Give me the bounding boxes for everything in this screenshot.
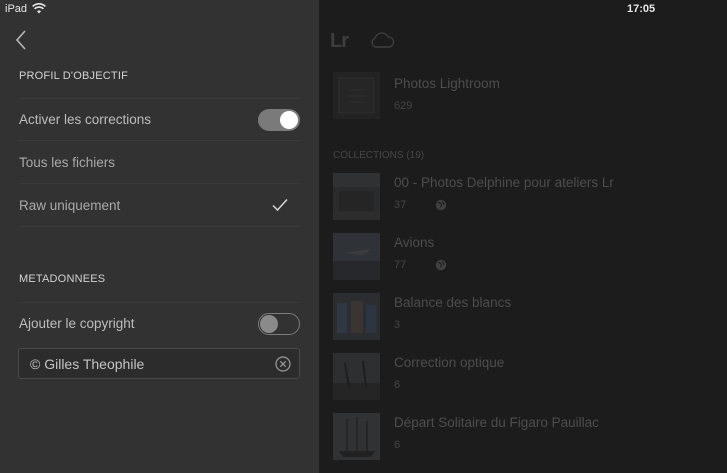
collection-title: Correction optique	[394, 355, 505, 370]
enable-corrections-label: Activer les corrections	[19, 112, 152, 127]
option-all-files-label: Tous les fichiers	[19, 155, 116, 170]
checkmark-icon	[272, 198, 288, 212]
toggle-knob	[260, 315, 278, 333]
add-copyright-row: Ajouter le copyright	[19, 303, 300, 345]
collection-title: Avions	[394, 235, 435, 250]
metadata-header: METADONNEES	[19, 273, 106, 285]
collection-count: 6	[394, 379, 401, 391]
collection-count: 3	[394, 319, 401, 331]
wifi-icon	[32, 3, 46, 14]
collection-thumbnail	[333, 173, 380, 220]
option-raw-only-label: Raw uniquement	[19, 198, 121, 213]
toggle-knob	[280, 111, 298, 129]
collection-title: 00 - Photos Delphine pour ateliers Lr	[394, 175, 614, 190]
collection-thumbnail	[333, 353, 380, 400]
globe-icon	[435, 259, 447, 271]
copyright-value: © Gilles Theophile	[30, 356, 145, 372]
lens-profile-header: PROFIL D'OBJECTIF	[19, 70, 128, 82]
cloud-icon[interactable]	[369, 31, 395, 49]
option-all-files[interactable]: Tous les fichiers	[19, 142, 300, 184]
device-name: iPad	[5, 3, 28, 15]
lightroom-logo: Lr	[330, 30, 349, 52]
clear-circle-icon[interactable]	[275, 356, 291, 372]
status-bar: iPad 17:05	[0, 0, 727, 20]
all-photos-thumbnail	[333, 72, 380, 119]
collections-header: COLLECTIONS (19)	[333, 150, 425, 161]
chevron-left-icon[interactable]	[10, 28, 34, 52]
collection-title: Départ Solitaire du Figaro Pauillac	[394, 415, 599, 430]
copyright-field[interactable]: © Gilles Theophile	[18, 348, 300, 379]
collection-thumbnail	[333, 413, 380, 460]
add-copyright-label: Ajouter le copyright	[19, 316, 135, 331]
all-photos-title: Photos Lightroom	[394, 76, 500, 91]
status-time: 17:05	[627, 3, 656, 15]
collection-count: 37	[394, 199, 407, 211]
all-photos-count: 629	[394, 100, 413, 112]
globe-icon	[435, 199, 447, 211]
collection-title: Balance des blancs	[394, 295, 512, 310]
settings-panel: PROFIL D'OBJECTIF Activer les correction…	[0, 0, 319, 473]
add-copyright-toggle[interactable]	[258, 313, 300, 335]
enable-corrections-toggle[interactable]	[258, 109, 300, 131]
collection-count: 6	[394, 439, 401, 451]
library-panel: Lr Photos Lightroom 629 COLLECTIONS (19)…	[319, 0, 727, 473]
collection-thumbnail	[333, 293, 380, 340]
option-raw-only[interactable]: Raw uniquement	[19, 185, 300, 227]
enable-corrections-row: Activer les corrections	[19, 99, 300, 141]
collection-thumbnail	[333, 233, 380, 280]
collection-count: 77	[394, 259, 407, 271]
